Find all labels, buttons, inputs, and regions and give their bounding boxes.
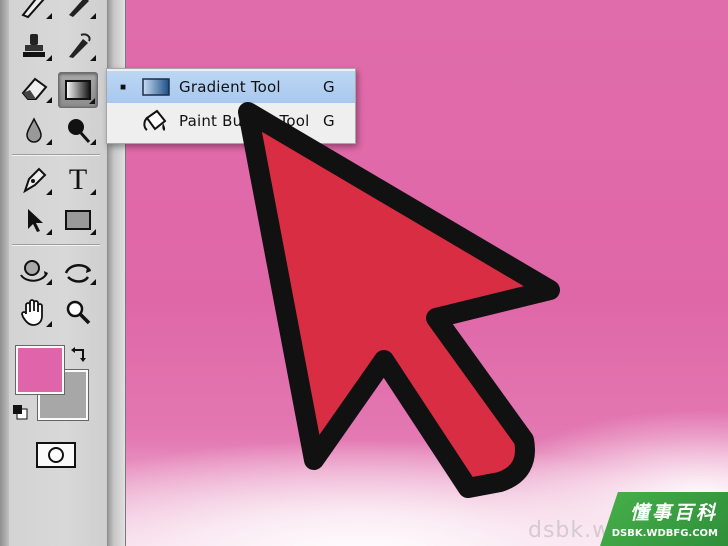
- watermark-url: DSBK.WDBFG.COM: [611, 528, 718, 539]
- pointer-arrow-overlay-icon: [238, 102, 560, 498]
- watermark-badge: 懂事百科 DSBK.WDBFG.COM: [600, 492, 728, 546]
- watermark-brand: 懂事百科: [629, 502, 718, 524]
